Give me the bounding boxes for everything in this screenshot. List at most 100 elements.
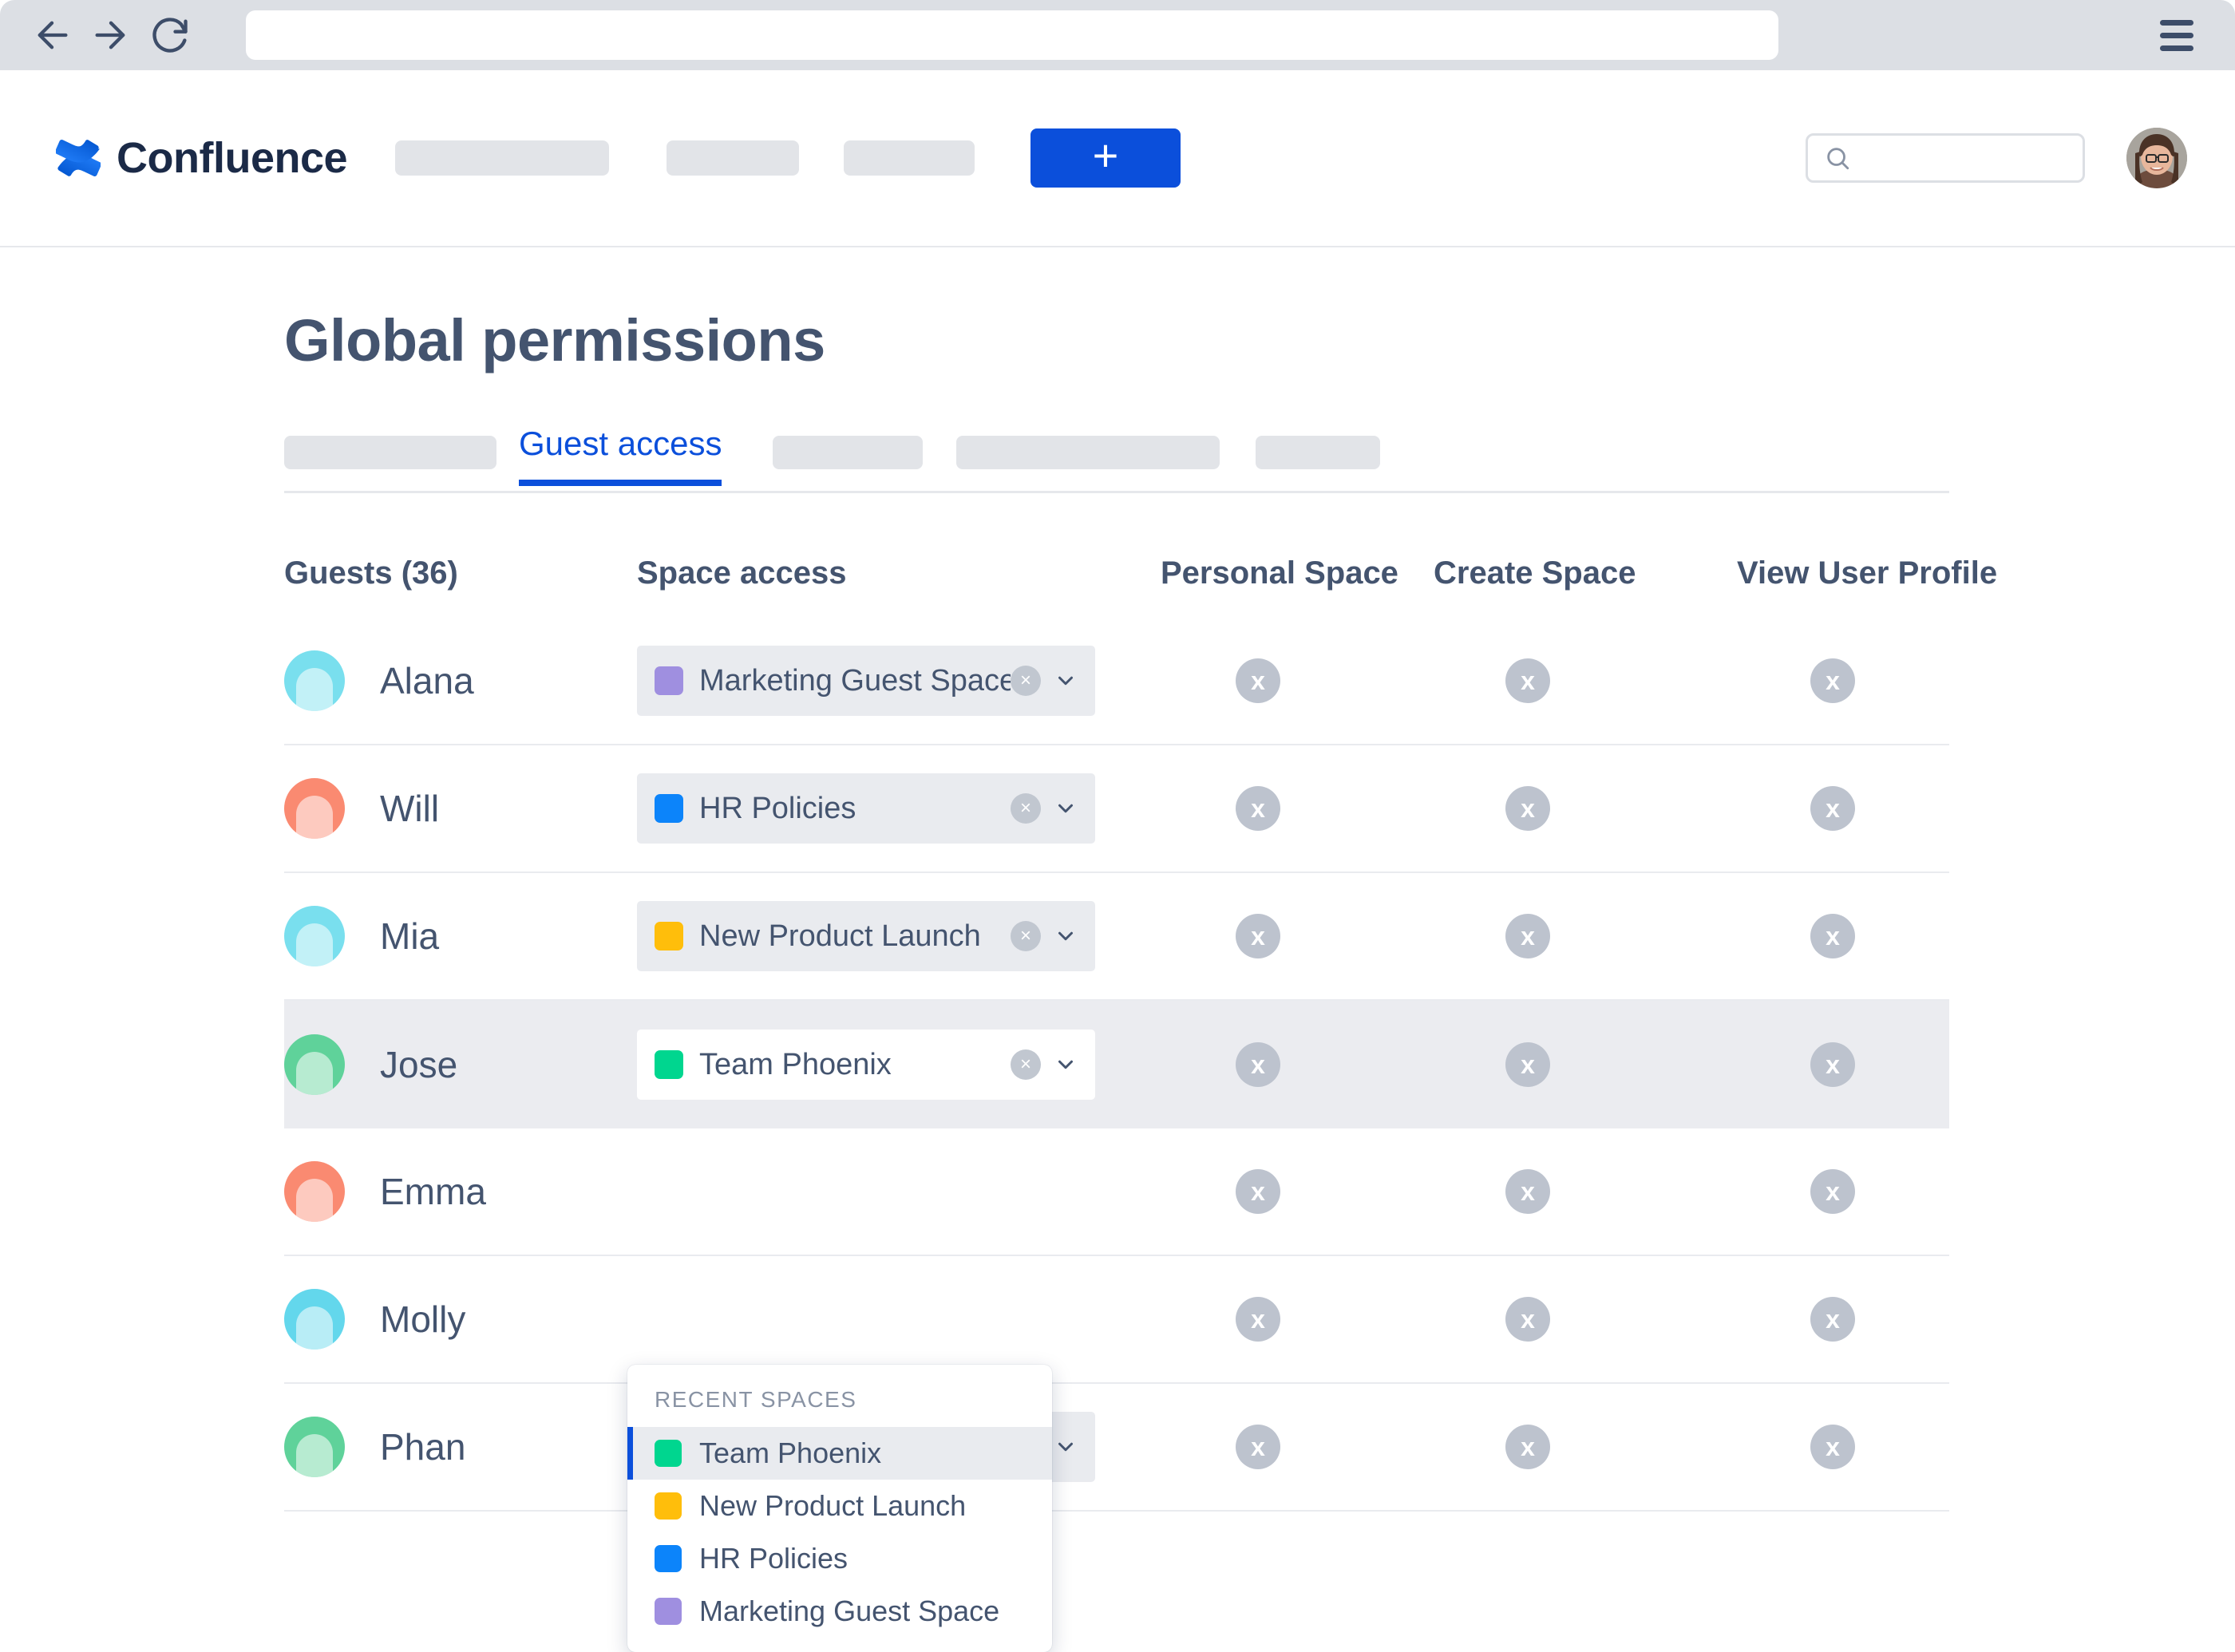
chevron-down-icon[interactable] xyxy=(1054,796,1078,820)
table-row[interactable]: Mia New Product Launch × x x x xyxy=(284,873,1949,1001)
tab-active-underline xyxy=(519,480,722,486)
clear-icon[interactable]: × xyxy=(1011,921,1041,951)
space-label: New Product Launch xyxy=(699,919,981,953)
permission-toggle-personal-space[interactable]: x xyxy=(1236,1169,1280,1214)
reload-button[interactable] xyxy=(140,6,200,65)
clear-icon[interactable]: × xyxy=(1011,793,1041,824)
guest-cell: Mia xyxy=(284,906,637,966)
column-header-personal-space: Personal Space xyxy=(1161,555,1398,591)
permission-toggle-create-space[interactable]: x xyxy=(1505,1297,1550,1342)
create-button[interactable]: + xyxy=(1030,128,1181,188)
permission-cell: x xyxy=(1411,786,1715,831)
table-row[interactable]: Alana Marketing Guest Space × x x x xyxy=(284,618,1949,745)
user-avatar-photo xyxy=(2126,128,2187,188)
dropdown-section-header: RECENT SPACES xyxy=(655,1387,857,1412)
permission-toggle-personal-space[interactable]: x xyxy=(1236,786,1280,831)
permission-toggle-create-space[interactable]: x xyxy=(1505,1042,1550,1087)
chevron-down-icon[interactable] xyxy=(1054,1435,1078,1459)
permission-cell: x xyxy=(1108,786,1411,831)
permission-toggle-create-space[interactable]: x xyxy=(1505,914,1550,958)
permission-toggle-view-user-profile[interactable]: x xyxy=(1810,1297,1855,1342)
permission-toggle-create-space[interactable]: x xyxy=(1505,786,1550,831)
url-bar[interactable] xyxy=(246,10,1778,60)
permission-toggle-view-user-profile[interactable]: x xyxy=(1810,1042,1855,1087)
table-row[interactable]: Molly x x x xyxy=(284,1256,1949,1384)
space-select[interactable]: New Product Launch × xyxy=(637,901,1095,971)
permission-cell: x xyxy=(1411,1042,1715,1087)
permission-toggle-personal-space[interactable]: x xyxy=(1236,1042,1280,1087)
table-row[interactable]: PhanHR Policies×xxx xyxy=(284,1384,1949,1512)
dropdown-item-label: HR Policies xyxy=(699,1542,849,1575)
permission-cell: x xyxy=(1411,914,1715,958)
chevron-down-icon[interactable] xyxy=(1054,924,1078,948)
dropdown-item[interactable]: Team Phoenix xyxy=(627,1427,1052,1480)
permission-cell: x xyxy=(1411,1169,1715,1214)
space-select[interactable]: HR Policies × xyxy=(637,773,1095,844)
permission-toggle-personal-space[interactable]: x xyxy=(1236,914,1280,958)
space-label: HR Policies xyxy=(699,791,856,825)
space-access-cell: HR Policies × xyxy=(637,773,1108,844)
dropdown-item[interactable]: Marketing Guest Space xyxy=(627,1585,1052,1638)
permission-toggle-view-user-profile[interactable]: x xyxy=(1810,786,1855,831)
forward-button[interactable] xyxy=(81,6,140,65)
permission-toggle-view-user-profile[interactable]: x xyxy=(1810,1425,1855,1469)
guest-name: Jose xyxy=(380,1044,458,1085)
dropdown-item-label: New Product Launch xyxy=(699,1489,967,1522)
nav-placeholder-3[interactable] xyxy=(844,140,975,176)
guest-avatar xyxy=(284,1034,345,1095)
table-header-row: Guests (36) Space access Personal Space … xyxy=(284,528,1997,618)
permission-cell: x xyxy=(1715,1297,2018,1342)
space-dropdown-menu[interactable]: RECENT SPACES Team Phoenix New Product La… xyxy=(627,1365,1052,1652)
permission-toggle-create-space[interactable]: x xyxy=(1505,1169,1550,1214)
page-body: Global permissions Guest access Guests (… xyxy=(0,247,2235,1652)
table-row[interactable]: Emma x x x xyxy=(284,1128,1949,1256)
person-silhouette-icon xyxy=(296,1052,333,1095)
chevron-down-icon[interactable] xyxy=(1054,1053,1078,1077)
person-silhouette-icon xyxy=(296,796,333,839)
tab-placeholder-3[interactable] xyxy=(956,436,1220,469)
permission-toggle-view-user-profile[interactable]: x xyxy=(1810,658,1855,703)
dropdown-item[interactable]: HR Policies xyxy=(627,1532,1052,1585)
space-select[interactable]: Marketing Guest Space × xyxy=(637,646,1095,716)
guest-avatar xyxy=(284,1289,345,1350)
permission-toggle-personal-space[interactable]: x xyxy=(1236,658,1280,703)
tab-placeholder-4[interactable] xyxy=(1256,436,1381,469)
select-actions: × xyxy=(1011,1049,1078,1080)
permission-cell: x xyxy=(1715,786,2018,831)
permission-cell: x xyxy=(1108,1425,1411,1469)
nav-placeholder-1[interactable] xyxy=(395,140,610,176)
search-input[interactable] xyxy=(1859,145,2075,171)
permission-toggle-create-space[interactable]: x xyxy=(1505,1425,1550,1469)
clear-icon[interactable]: × xyxy=(1011,666,1041,696)
select-actions: × xyxy=(1011,921,1078,951)
space-label: Team Phoenix xyxy=(699,1047,892,1081)
hamburger-menu-icon[interactable] xyxy=(2152,10,2201,60)
permission-toggle-view-user-profile[interactable]: x xyxy=(1810,914,1855,958)
tab-placeholder-2[interactable] xyxy=(773,436,924,469)
dropdown-item[interactable]: New Product Launch xyxy=(627,1480,1052,1532)
tab-guest-access[interactable]: Guest access xyxy=(519,425,722,486)
person-silhouette-icon xyxy=(296,668,333,711)
search-box[interactable] xyxy=(1806,133,2085,183)
permission-cell: x xyxy=(1715,914,2018,958)
permission-toggle-view-user-profile[interactable]: x xyxy=(1810,1169,1855,1214)
space-select[interactable]: Team Phoenix × xyxy=(637,1030,1095,1100)
chevron-down-icon[interactable] xyxy=(1054,669,1078,693)
clear-icon[interactable]: × xyxy=(1011,1049,1041,1080)
tab-placeholder-1[interactable] xyxy=(284,436,496,469)
guests-table: Guests (36) Space access Personal Space … xyxy=(284,528,1997,1512)
avatar[interactable] xyxy=(2126,128,2187,188)
space-access-cell: Marketing Guest Space × xyxy=(637,646,1108,716)
permission-toggle-personal-space[interactable]: x xyxy=(1236,1297,1280,1342)
permission-cell: x xyxy=(1108,1042,1411,1087)
brand[interactable]: Confluence xyxy=(56,133,348,183)
table-row[interactable]: Jose Team Phoenix × x x x xyxy=(284,1001,1949,1128)
guest-avatar xyxy=(284,906,345,966)
permission-toggle-create-space[interactable]: x xyxy=(1505,658,1550,703)
guest-name: Mia xyxy=(380,915,440,957)
nav-placeholder-2[interactable] xyxy=(667,140,800,176)
permission-toggle-personal-space[interactable]: x xyxy=(1236,1425,1280,1469)
back-button[interactable] xyxy=(22,6,81,65)
guest-cell: Phan xyxy=(284,1417,637,1477)
table-row[interactable]: Will HR Policies × x x x xyxy=(284,745,1949,873)
